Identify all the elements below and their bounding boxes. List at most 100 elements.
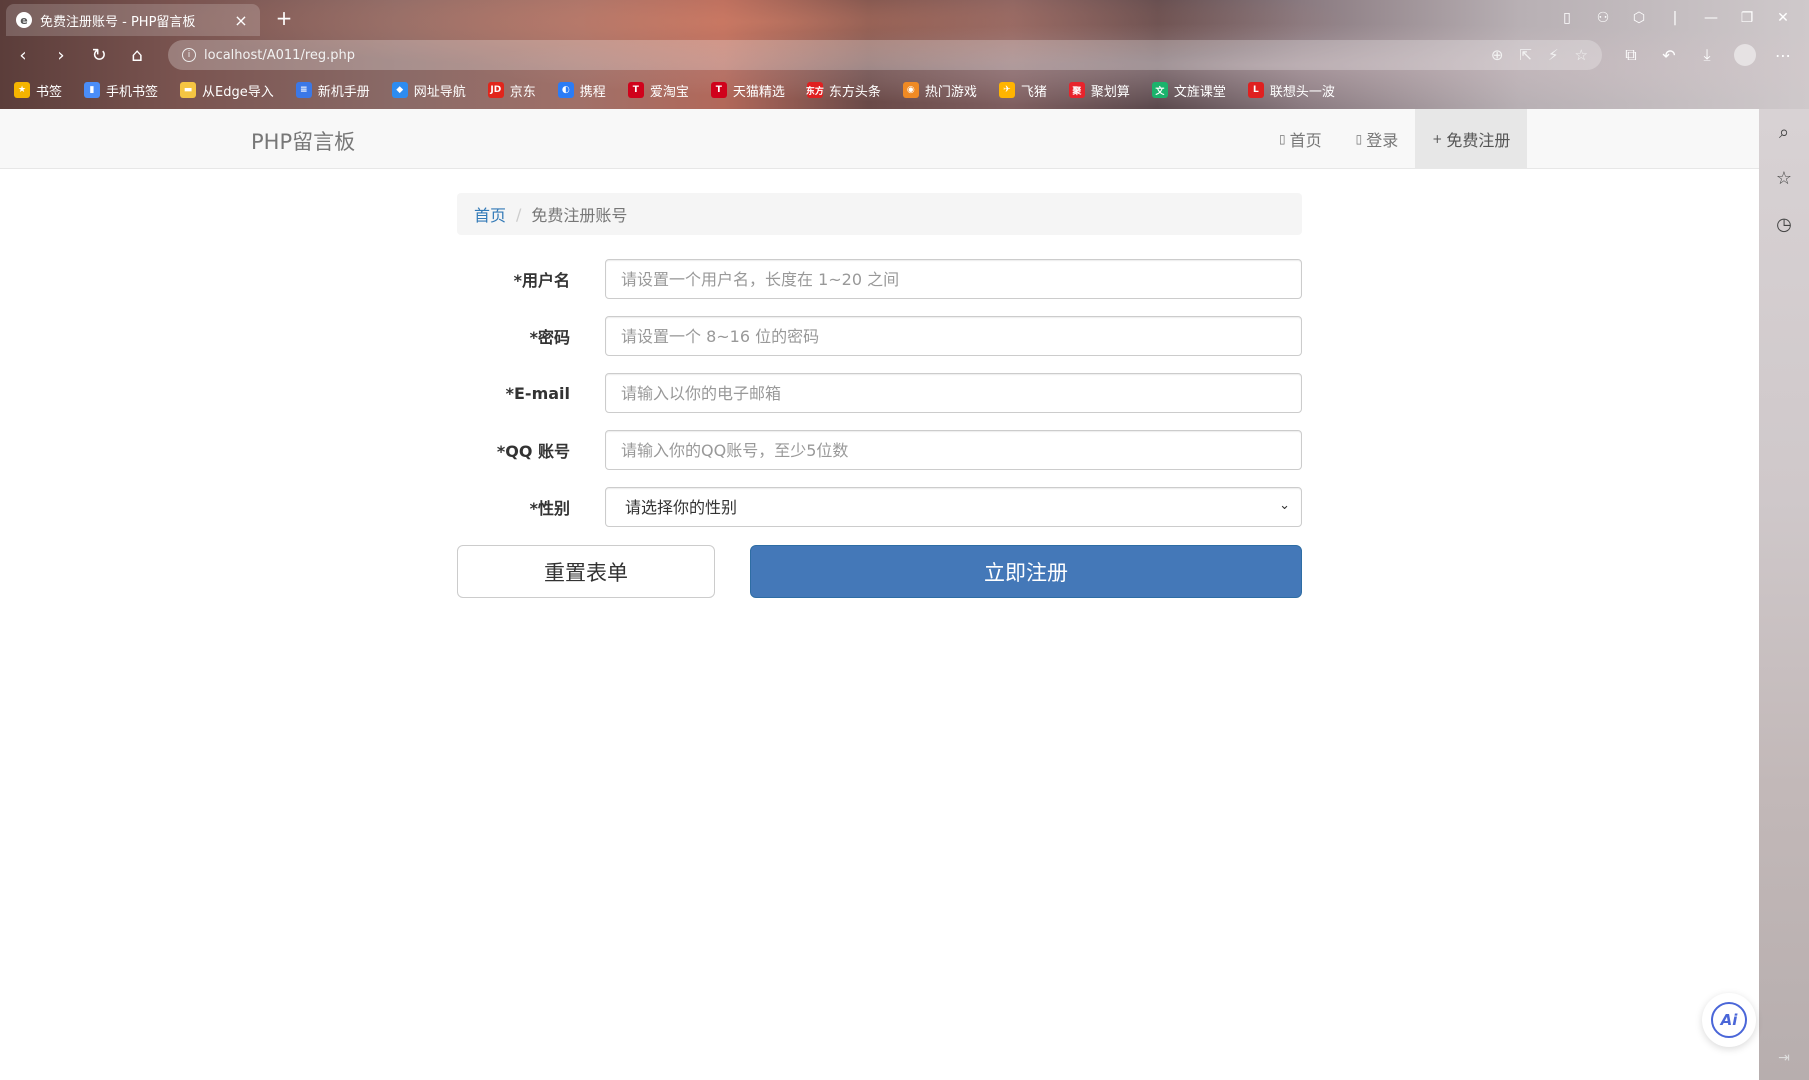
bookmark-icon: ✈ [998,82,1015,98]
bookmark-item[interactable]: 文文旌课堂 [1151,81,1226,100]
bookmark-label: 聚划算 [1090,84,1130,100]
avatar[interactable] [1734,44,1756,66]
bookmark-label: 联想头一波 [1269,84,1335,100]
download-icon[interactable]: ⤓ [1688,40,1726,70]
bookmark-label: 携程 [579,84,606,100]
nav-login-label: 登录 [1366,130,1399,150]
bookmark-icon: T [627,82,644,98]
qq-input[interactable] [605,430,1302,470]
bookmark-label: 京东 [509,84,536,100]
bookmark-icon: ◐ [557,82,574,98]
bookmark-icon: JD [487,82,504,98]
right-toolbar: ⧉ ↶ ⤓ ⋯ [1612,40,1802,70]
site-brand[interactable]: PHP留言板 [251,126,355,156]
nav-register-label: 免费注册 [1446,130,1511,150]
password-input[interactable] [605,316,1302,356]
restore-button[interactable]: ❐ [1729,6,1765,30]
share-icon[interactable]: ⇱ [1519,46,1532,64]
username-input[interactable] [605,259,1302,299]
bookmark-item[interactable]: ▬ 从Edge导入 [180,81,274,100]
bookmark-label: 东方头条 [828,84,881,100]
forward-button[interactable]: › [42,40,80,70]
plus-icon: + [1432,131,1443,146]
bookmark-icon: ◆ [391,82,408,98]
submit-button[interactable]: 立即注册 [750,545,1302,598]
collapse-sidebar-icon[interactable]: ⇥ [1759,1050,1809,1066]
more-menu-icon[interactable]: ⋯ [1764,40,1802,70]
email-label: *E-mail [505,383,570,403]
bookmark-label: 文旌课堂 [1173,84,1226,100]
form-actions: 重置表单 立即注册 [457,545,1302,598]
tab-close-icon[interactable]: × [232,11,250,30]
site-menu: ▯ 首页 ▯ 登录 + 免费注册 [1262,109,1528,168]
home-button[interactable]: ⌂ [118,40,156,70]
zoom-icon[interactable]: ⊕ [1491,46,1504,64]
register-form: *用户名 *密码 *E-mail *QQ 账号 *性别 请选择你的性别 [457,259,1302,598]
bookmark-item[interactable]: T 天猫精选 [710,81,785,100]
bookmark-icon: 文 [1151,82,1168,98]
bookmark-item[interactable]: 聚聚划算 [1068,81,1130,100]
email-row: *E-mail [457,373,1302,413]
bookmark-label: 飞猪 [1020,84,1047,100]
bookmark-label: 热门游戏 [924,84,977,100]
site-info-icon[interactable]: i [182,48,196,62]
bookmark-item[interactable]: JD 京东 [487,81,536,100]
bookmark-icon: ◉ [902,82,919,98]
nav-home-link[interactable]: ▯ 首页 [1262,109,1339,168]
bookmark-label: 手机书签 [106,84,159,100]
bookmark-item[interactable]: T 爱淘宝 [627,81,689,100]
bookmark-item[interactable]: ▮ 手机书签 [84,81,158,100]
bookmark-icon: ≡ [295,82,312,98]
bookmark-item[interactable]: ≡ 新机手册 [295,81,370,100]
extensions-icon[interactable]: ⧉ [1612,40,1650,70]
address-url[interactable]: localhost/A011/reg.php [204,48,1491,63]
breadcrumb-home-link[interactable]: 首页 [474,202,506,226]
ai-icon: Ai [1711,1002,1747,1038]
login-icon: ▯ [1355,131,1363,146]
nav-home-label: 首页 [1289,130,1322,150]
reload-button[interactable]: ↻ [80,40,118,70]
minimize-button[interactable]: — [1693,6,1729,30]
bookmark-item[interactable]: ◐ 携程 [557,81,606,100]
email-input[interactable] [605,373,1302,413]
gender-select[interactable]: 请选择你的性别 [605,487,1302,527]
lightning-icon[interactable]: ⚡ [1548,46,1559,64]
qq-label: *QQ 账号 [496,442,570,461]
browser-tab[interactable]: e 免费注册账号 - PHP留言板 × [6,4,260,36]
page-content: PHP留言板 ▯ 首页 ▯ 登录 + 免费注册 首页 / 免费注册账号 *用户名 [0,109,1759,1080]
bookmark-item[interactable]: 东方 东方头条 [806,81,881,100]
close-window-button[interactable]: ✕ [1765,6,1801,30]
browser-chrome: e 免费注册账号 - PHP留言板 × + ▯ ⚇ ⬡ | — ❐ ✕ ‹ › … [0,0,1809,109]
breadcrumb-current: 免费注册账号 [531,206,628,225]
bookmark-icon: ▬ [180,82,197,98]
window-controls: ▯ ⚇ ⬡ | — ❐ ✕ [1549,6,1801,30]
search-icon[interactable]: ⌕ [1759,109,1809,155]
qq-row: *QQ 账号 [457,430,1302,470]
sidebar-toggle-icon[interactable]: ▯ [1549,6,1585,30]
bookmark-item[interactable]: L 联想头一波 [1247,81,1335,100]
bookmark-icon: 聚 [1068,82,1085,98]
extension-icon[interactable]: ⬡ [1621,6,1657,30]
site-navbar: PHP留言板 ▯ 首页 ▯ 登录 + 免费注册 [0,109,1759,169]
tab-bar: e 免费注册账号 - PHP留言板 × + ▯ ⚇ ⬡ | — ❐ ✕ [0,0,1809,36]
star-icon[interactable]: ☆ [1759,155,1809,201]
bookmark-icon: L [1247,82,1264,98]
reset-button[interactable]: 重置表单 [457,545,715,598]
bookmark-item[interactable]: ◉ 热门游戏 [902,81,977,100]
game-icon[interactable]: ⚇ [1585,6,1621,30]
nav-login-link[interactable]: ▯ 登录 [1339,109,1416,168]
address-bar[interactable]: i localhost/A011/reg.php ⊕ ⇱ ⚡ ☆ [168,40,1602,70]
back-button[interactable]: ‹ [4,40,42,70]
ai-assistant-button[interactable]: Ai [1702,993,1756,1047]
new-tab-button[interactable]: + [272,6,296,30]
nav-register-link[interactable]: + 免费注册 [1415,109,1528,168]
bookmark-item[interactable]: ◆ 网址导航 [391,81,466,100]
gender-row: *性别 请选择你的性别 ⌄ [457,487,1302,527]
undo-close-icon[interactable]: ↶ [1650,40,1688,70]
history-icon[interactable]: ◷ [1759,201,1809,247]
bookmark-item[interactable]: ★ 书签 [14,81,62,100]
gender-label: *性别 [529,499,570,518]
favorite-star-icon[interactable]: ☆ [1575,46,1588,64]
bookmark-item[interactable]: ✈ 飞猪 [998,81,1047,100]
main-container: 首页 / 免费注册账号 *用户名 *密码 *E-mail *QQ 账号 *性 [457,193,1302,598]
